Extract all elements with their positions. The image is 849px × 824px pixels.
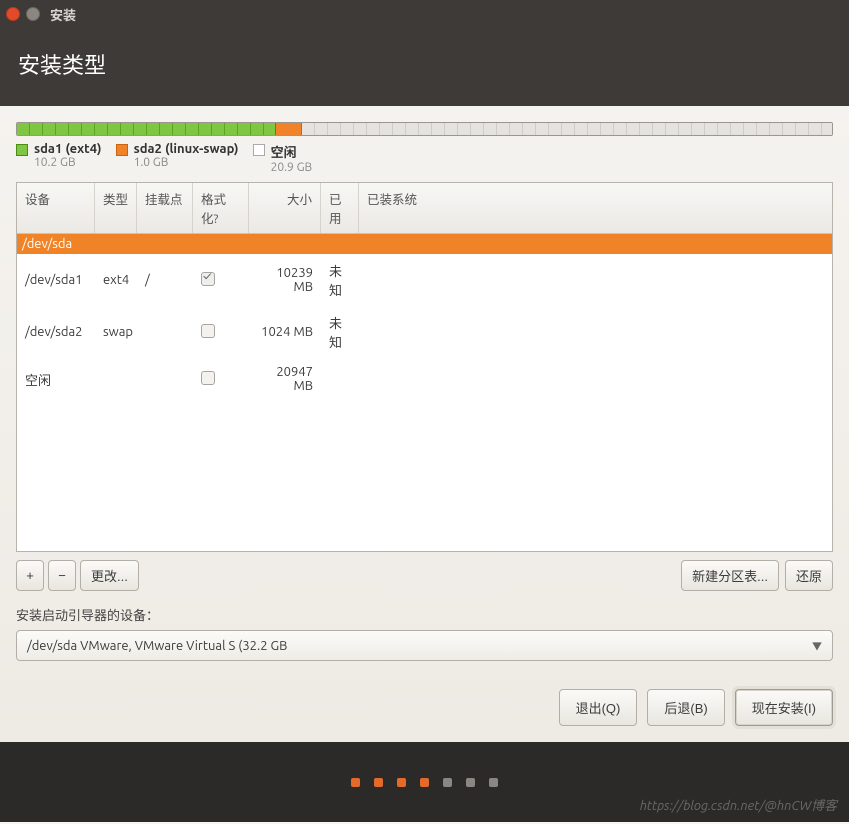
cell-used: 未知 (321, 258, 359, 302)
cell-format[interactable] (193, 368, 249, 391)
th-type[interactable]: 类型 (95, 183, 137, 233)
minimize-icon[interactable] (26, 7, 40, 21)
legend-free-size: 20.9 GB (271, 161, 313, 174)
page-title: 安装类型 (18, 48, 831, 80)
quit-button[interactable]: 退出(Q) (559, 689, 638, 726)
change-partition-button[interactable]: 更改... (80, 560, 139, 591)
usage-seg-sda1[interactable] (17, 123, 276, 135)
checkbox-unchecked-icon[interactable] (201, 324, 215, 338)
close-icon[interactable] (6, 7, 20, 21)
chevron-down-icon: ▼ (812, 638, 822, 653)
pager-dot-icon[interactable] (443, 778, 452, 787)
legend-item-sda2: sda2 (linux-swap) 1.0 GB (116, 142, 239, 174)
swatch-green-icon (16, 144, 28, 156)
back-button[interactable]: 后退(B) (647, 689, 724, 726)
cell-type: ext4 (95, 270, 137, 290)
pager-dot-icon[interactable] (420, 778, 429, 787)
pager-dot-icon[interactable] (489, 778, 498, 787)
window-title: 安装 (50, 5, 76, 24)
table-row[interactable]: /dev/sda1 ext4 / 10239 MB 未知 (17, 254, 832, 306)
add-partition-button[interactable]: + (16, 560, 44, 591)
partition-legend: sda1 (ext4) 10.2 GB sda2 (linux-swap) 1.… (16, 142, 833, 174)
cell-device: /dev/sda2 (17, 322, 95, 342)
table-header-row: 设备 类型 挂载点 格式化? 大小 已用 已装系统 (17, 183, 832, 234)
cell-device: 空闲 (17, 367, 95, 392)
titlebar: 安装 (0, 0, 849, 28)
legend-item-sda1: sda1 (ext4) 10.2 GB (16, 142, 102, 174)
footer: https://blog.csdn.net/@hnCW博客 (0, 742, 849, 822)
cell-os (359, 329, 832, 335)
legend-item-free: 空闲 20.9 GB (253, 142, 313, 174)
partition-toolbar: + − 更改... 新建分区表... 还原 (16, 560, 833, 591)
remove-partition-button[interactable]: − (48, 560, 76, 591)
cell-os (359, 277, 832, 283)
checkbox-checked-icon[interactable] (201, 272, 215, 286)
wizard-nav: 退出(Q) 后退(B) 现在安装(I) (16, 689, 833, 726)
disk-row-label: /dev/sda (22, 237, 72, 251)
cell-used: 未知 (321, 310, 359, 354)
cell-size: 10239 MB (249, 263, 321, 297)
swatch-orange-icon (116, 144, 128, 156)
swatch-free-icon (253, 144, 265, 156)
pager-dot-icon[interactable] (397, 778, 406, 787)
usage-seg-free[interactable] (302, 123, 832, 135)
legend-sda2-size: 1.0 GB (134, 156, 239, 169)
cell-os (359, 376, 832, 382)
pager-dot-icon[interactable] (466, 778, 475, 787)
th-device[interactable]: 设备 (17, 183, 95, 233)
bootloader-combobox[interactable]: /dev/sda VMware, VMware Virtual S (32.2 … (16, 630, 833, 661)
cell-used (321, 376, 359, 382)
checkbox-unchecked-icon[interactable] (201, 371, 215, 385)
legend-sda1-size: 10.2 GB (34, 156, 102, 169)
pager-dot-icon[interactable] (351, 778, 360, 787)
legend-sda1-label: sda1 (ext4) (34, 142, 102, 156)
usage-seg-sda2[interactable] (276, 123, 302, 135)
partition-usage-bar[interactable] (16, 122, 833, 136)
cell-type (95, 376, 137, 382)
th-mount[interactable]: 挂载点 (137, 183, 193, 233)
legend-sda2-label: sda2 (linux-swap) (134, 142, 239, 156)
cell-size: 1024 MB (249, 322, 321, 342)
cell-type: swap (95, 322, 137, 342)
disk-row[interactable]: /dev/sda (17, 234, 832, 254)
table-row[interactable]: /dev/sda2 swap 1024 MB 未知 (17, 306, 832, 358)
new-partition-table-button[interactable]: 新建分区表... (681, 560, 779, 591)
cell-mount (137, 376, 193, 382)
header: 安装类型 (0, 28, 849, 106)
main-panel: sda1 (ext4) 10.2 GB sda2 (linux-swap) 1.… (0, 106, 849, 742)
cell-format[interactable] (193, 321, 249, 344)
cell-size: 20947 MB (249, 362, 321, 396)
partition-table: 设备 类型 挂载点 格式化? 大小 已用 已装系统 /dev/sda /dev/… (16, 182, 833, 552)
th-os[interactable]: 已装系统 (359, 183, 832, 233)
legend-free-label: 空闲 (271, 142, 313, 161)
cell-format[interactable] (193, 269, 249, 292)
th-format[interactable]: 格式化? (193, 183, 249, 233)
th-used[interactable]: 已用 (321, 183, 359, 233)
cell-mount (137, 329, 193, 335)
table-row[interactable]: 空闲 20947 MB (17, 358, 832, 400)
cell-mount: / (137, 270, 193, 290)
install-now-button[interactable]: 现在安装(I) (735, 689, 833, 726)
pager-dot-icon[interactable] (374, 778, 383, 787)
watermark-text: https://blog.csdn.net/@hnCW博客 (640, 795, 837, 814)
bootloader-value: /dev/sda VMware, VMware Virtual S (32.2 … (27, 639, 287, 653)
th-size[interactable]: 大小 (249, 183, 321, 233)
cell-device: /dev/sda1 (17, 270, 95, 290)
bootloader-label: 安装启动引导器的设备： (16, 605, 833, 624)
revert-button[interactable]: 还原 (785, 560, 833, 591)
